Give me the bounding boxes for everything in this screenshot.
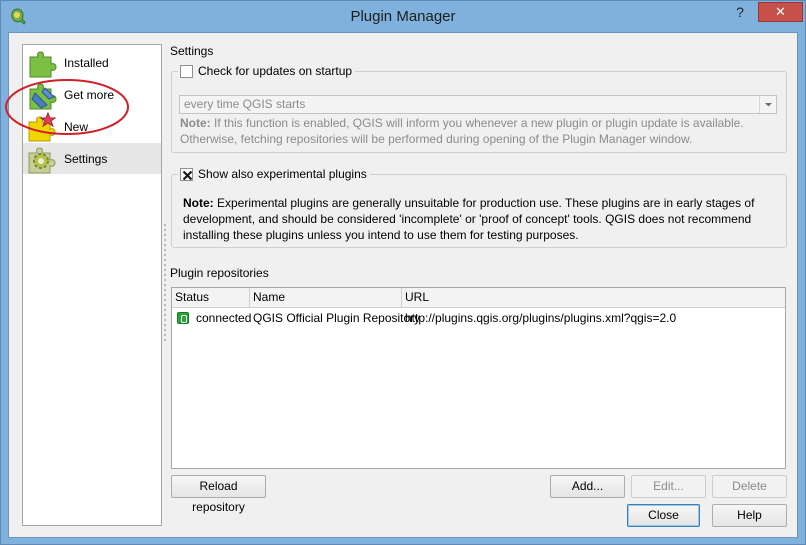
experimental-group: Show also experimental plugins Note: Exp… — [171, 167, 787, 248]
chevron-down-icon[interactable] — [759, 96, 776, 113]
edit-repository-button[interactable]: Edit... — [631, 475, 706, 498]
repo-status: connected — [196, 311, 252, 325]
connected-status-icon — [177, 312, 189, 324]
add-repository-button[interactable]: Add... — [550, 475, 625, 498]
plugin-manager-window: Plugin Manager ? ✕ Installed Get more Ne… — [0, 0, 806, 545]
check-updates-legend[interactable]: Check for updates on startup — [178, 64, 356, 78]
sidebar-item-label: Settings — [64, 152, 108, 166]
plugin-repositories-heading: Plugin repositories — [170, 266, 269, 280]
check-updates-checkbox[interactable] — [180, 64, 193, 78]
update-frequency-select[interactable]: every time QGIS starts — [179, 95, 777, 114]
check-updates-group: Check for updates on startup every time … — [171, 64, 787, 153]
close-button[interactable]: Close — [627, 504, 700, 527]
experimental-note: Note: Experimental plugins are generally… — [183, 196, 755, 242]
title-help-button[interactable]: ? — [727, 2, 753, 22]
help-button[interactable]: Help — [712, 504, 787, 527]
check-updates-note: Note: If this function is enabled, QGIS … — [180, 116, 744, 146]
splitter-handle[interactable] — [162, 44, 167, 526]
experimental-label: Show also experimental plugins — [198, 167, 367, 181]
experimental-legend[interactable]: Show also experimental plugins — [178, 167, 370, 181]
column-header-url[interactable]: URL — [402, 288, 785, 308]
repositories-table[interactable]: Status Name URL connected QGIS Official … — [171, 287, 786, 469]
repo-url: http://plugins.qgis.org/plugins/plugins.… — [405, 311, 677, 325]
sidebar-item-label: Installed — [64, 56, 109, 70]
update-frequency-value: every time QGIS starts — [184, 97, 306, 111]
title-close-button[interactable]: ✕ — [758, 2, 803, 22]
repo-name: QGIS Official Plugin Repository — [253, 311, 421, 325]
settings-heading: Settings — [170, 44, 214, 58]
check-updates-label: Check for updates on startup — [198, 64, 353, 78]
sidebar-item-installed[interactable]: Installed — [23, 47, 161, 78]
delete-repository-button[interactable]: Delete — [712, 475, 787, 498]
title-bar[interactable]: Plugin Manager ? ✕ — [1, 1, 805, 32]
reload-repository-button[interactable]: Reload repository — [171, 475, 266, 514]
annotation-ellipse — [5, 79, 129, 135]
window-title: Plugin Manager — [350, 8, 456, 25]
puzzle-gear-icon — [27, 144, 57, 174]
experimental-checkbox[interactable] — [180, 167, 193, 181]
puzzle-green-icon — [27, 48, 57, 78]
column-header-name[interactable]: Name — [250, 288, 402, 308]
column-header-status[interactable]: Status — [172, 288, 250, 308]
sidebar-item-settings[interactable]: Settings — [23, 143, 161, 174]
